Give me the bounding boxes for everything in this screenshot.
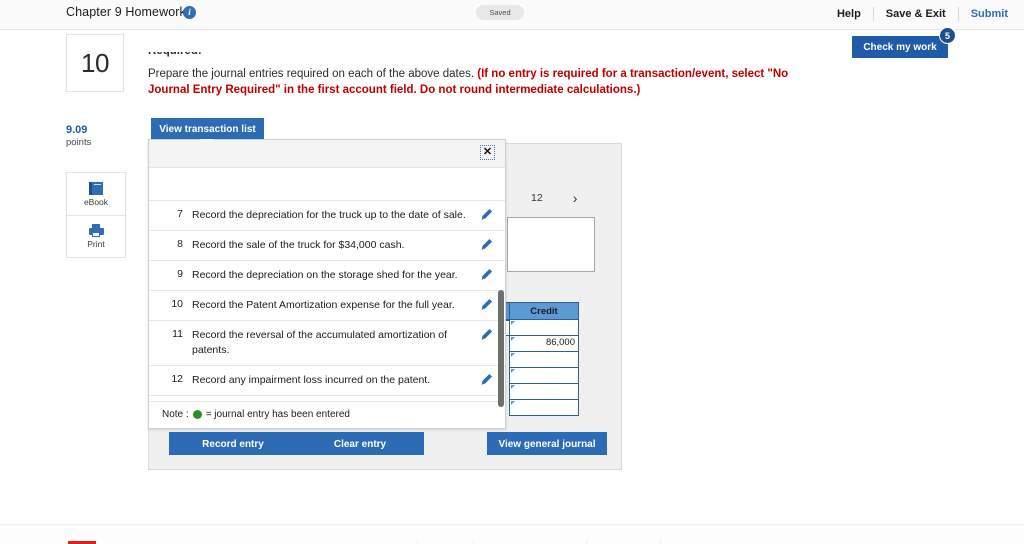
required-heading: Required: — [148, 52, 848, 62]
clear-entry-button[interactable]: Clear entry — [296, 432, 424, 455]
credit-cell-2[interactable]: 86,000 — [509, 336, 579, 352]
credit-cell-3[interactable] — [509, 352, 579, 368]
page-title: Chapter 9 Homework — [66, 5, 186, 19]
row-description: Record the Patent Amortization expense f… — [192, 299, 455, 311]
row-number: 7 — [177, 208, 183, 220]
ebook-label: eBook — [83, 196, 109, 207]
table-row[interactable]: 11 Record the reversal of the accumulate… — [149, 321, 505, 366]
row-description: pickup truck, storage shed and patent fo… — [183, 168, 505, 169]
credit-cell-1[interactable] — [509, 320, 579, 336]
edit-pencil-icon[interactable] — [480, 268, 493, 281]
row-number: 10 — [171, 298, 183, 310]
top-bar: Chapter 9 Homework i Saved Help Save & E… — [0, 0, 1024, 30]
row-description: Record the depreciation for the truck up… — [192, 209, 466, 221]
table-row[interactable]: 9 Record the depreciation on the storage… — [149, 261, 505, 291]
edit-pencil-icon[interactable] — [480, 373, 493, 386]
transaction-list-scrollbar[interactable] — [498, 290, 504, 407]
journal-actions: Record entry Clear entry View general jo… — [148, 430, 622, 470]
points-value: 9.09 — [66, 124, 88, 136]
ebook-button[interactable]: eBook — [67, 173, 125, 215]
journal-pager: 12 › — [531, 191, 577, 205]
printer-icon — [88, 224, 104, 237]
bottom-bar-divider-4 — [660, 540, 661, 544]
edit-pencil-icon[interactable] — [480, 298, 493, 311]
prompt-plain-text: Prepare the journal entries required on … — [148, 68, 478, 80]
required-heading-text: Required: — [148, 52, 202, 57]
edit-pencil-icon[interactable] — [480, 208, 493, 221]
credit-column-header: Credit — [509, 302, 579, 320]
table-row[interactable]: 7 Record the depreciation for the truck … — [149, 201, 505, 231]
view-general-journal-button[interactable]: View general journal — [487, 432, 607, 455]
note-prefix: Note : — [162, 409, 189, 420]
row-number: 8 — [177, 238, 183, 250]
question-prompt: Prepare the journal entries required on … — [148, 66, 828, 98]
transaction-list-note: Note : = journal entry has been entered — [149, 401, 505, 427]
tool-stack: eBook Print — [66, 172, 126, 258]
print-button[interactable]: Print — [67, 215, 125, 257]
row-description: Record any impairment loss incurred on t… — [192, 374, 431, 386]
print-label: Print — [87, 239, 105, 249]
homework-page: Chapter 9 Homework i Saved Help Save & E… — [0, 0, 1024, 544]
credit-column: Credit 86,000 — [509, 302, 579, 416]
bottom-bar-divider-3 — [586, 540, 587, 544]
view-transaction-list-tab[interactable]: View transaction list — [151, 118, 264, 139]
journal-page-number: 12 — [531, 192, 543, 204]
saved-status-badge: Saved — [476, 5, 524, 20]
row-number: 12 — [171, 373, 183, 385]
edit-pencil-icon[interactable] — [480, 238, 493, 251]
bottom-bar — [0, 524, 1024, 544]
info-icon[interactable]: i — [183, 6, 196, 19]
book-icon — [89, 181, 103, 195]
bottom-bar-divider-2 — [473, 540, 474, 544]
bottom-bar-divider-1 — [417, 540, 418, 544]
row-description: Record the reversal of the accumulated a… — [192, 329, 448, 356]
note-text: = journal entry has been entered — [205, 409, 350, 420]
table-row[interactable]: 8 Record the sale of the truck for $34,0… — [149, 231, 505, 261]
table-row[interactable]: 6 pickup truck, storage shed and patent … — [149, 168, 505, 201]
credit-cell-5[interactable] — [509, 384, 579, 400]
row-description: Record the sale of the truck for $34,000… — [192, 239, 405, 251]
transaction-list-popup: ✕ 6 pickup truck, storage shed and paten… — [148, 139, 506, 429]
record-entry-button[interactable]: Record entry — [169, 432, 297, 455]
check-my-work-wrapper: Check my work 5 — [852, 27, 956, 58]
transaction-list-body[interactable]: 6 pickup truck, storage shed and patent … — [149, 168, 505, 401]
tab-pointer-arrow — [200, 139, 214, 146]
chevron-right-icon[interactable]: › — [573, 191, 578, 205]
credit-cell-4[interactable] — [509, 368, 579, 384]
save-and-exit-link[interactable]: Save & Exit — [874, 8, 958, 20]
table-row[interactable]: 12 Record any impairment loss incurred o… — [149, 366, 505, 396]
credit-cell-6[interactable] — [509, 400, 579, 416]
green-dot-icon — [192, 410, 202, 419]
question-number: 10 — [81, 47, 109, 78]
check-my-work-badge: 5 — [939, 27, 956, 44]
table-row[interactable]: 10 Record the Patent Amortization expens… — [149, 291, 505, 321]
row-number: 11 — [172, 328, 183, 340]
help-link[interactable]: Help — [825, 8, 873, 20]
row-description: Record the depreciation on the storage s… — [192, 269, 458, 281]
points-label: points — [66, 137, 92, 148]
top-nav: Help Save & Exit Submit — [825, 7, 1008, 21]
close-icon[interactable]: ✕ — [480, 145, 495, 160]
journal-date-box[interactable] — [507, 217, 595, 272]
question-number-box: 10 — [66, 34, 124, 92]
check-my-work-button[interactable]: Check my work — [852, 36, 948, 58]
edit-pencil-icon[interactable] — [480, 328, 493, 341]
credit-cell-2-value: 86,000 — [545, 337, 575, 348]
row-number: 9 — [177, 268, 183, 280]
submit-link[interactable]: Submit — [959, 8, 1008, 20]
